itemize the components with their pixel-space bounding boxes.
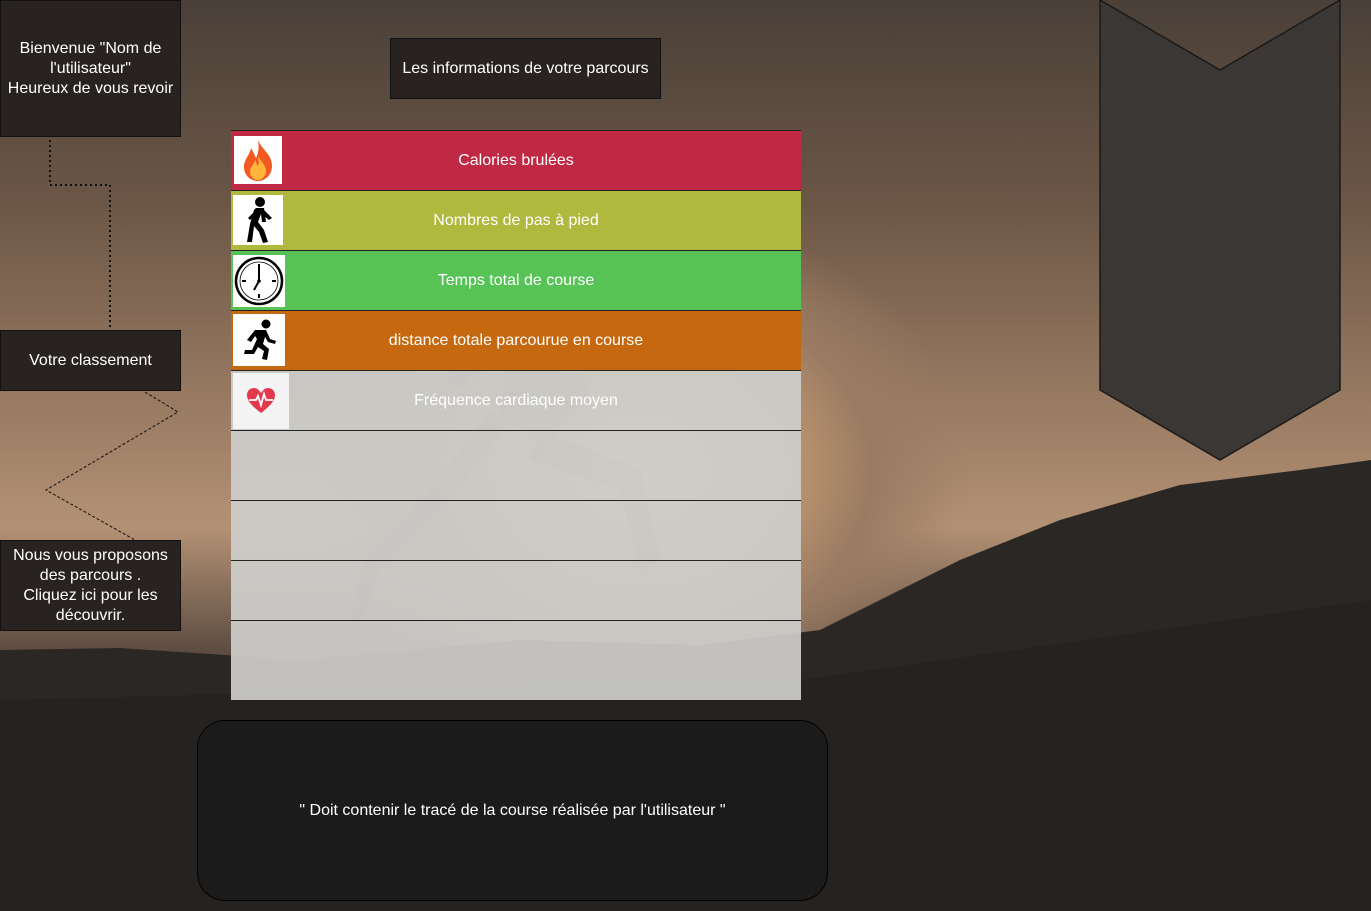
routes-line-4: découvrir.	[55, 606, 126, 624]
suggested-routes-button[interactable]: Nous vous proposons des parcours . Cliqu…	[0, 540, 181, 631]
empty-row	[231, 431, 801, 501]
route-info-title: Les informations de votre parcours	[390, 38, 661, 99]
clock-icon	[233, 255, 285, 307]
route-map-placeholder-text: " Doit contenir le tracé de la course ré…	[299, 801, 726, 819]
routes-line-1: Nous vous proposons	[13, 546, 168, 564]
stat-row-steps: Nombres de pas à pied	[231, 191, 801, 251]
running-icon	[233, 314, 285, 366]
walking-icon	[233, 195, 283, 245]
stat-label-calories: Calories brulées	[458, 151, 574, 169]
stat-row-distance: distance totale parcourue en course	[231, 311, 801, 371]
welcome-line-1: Bienvenue "Nom de	[19, 39, 162, 57]
empty-row	[231, 501, 801, 561]
bookmark-banner-shape	[1099, 0, 1341, 461]
stat-row-heart-rate: Fréquence cardiaque moyen	[231, 371, 801, 431]
heart-rate-icon	[233, 373, 289, 429]
fire-icon	[234, 136, 282, 184]
welcome-line-2: l'utilisateur"	[50, 59, 131, 77]
stat-label-steps: Nombres de pas à pied	[433, 211, 599, 229]
route-info-title-text: Les informations de votre parcours	[402, 59, 649, 77]
stat-row-calories: Calories brulées	[231, 131, 801, 191]
empty-row	[231, 621, 801, 700]
routes-line-2: des parcours .	[39, 566, 142, 584]
welcome-line-3: Heureux de vous revoir	[7, 79, 174, 97]
stat-label-distance: distance totale parcourue en course	[388, 331, 644, 349]
ranking-label: Votre classement	[29, 351, 152, 369]
routes-line-3: Cliquez ici pour les	[23, 586, 158, 604]
stat-label-heart-rate: Fréquence cardiaque moyen	[414, 391, 618, 409]
empty-row	[231, 561, 801, 621]
ranking-button[interactable]: Votre classement	[0, 330, 181, 391]
welcome-box: Bienvenue "Nom de l'utilisateur" Heureux…	[0, 0, 181, 137]
stats-table: Calories brulées Nombres de pas à pied T…	[231, 130, 801, 701]
route-map-placeholder: " Doit contenir le tracé de la course ré…	[197, 720, 828, 901]
stat-label-time: Temps total de course	[437, 271, 595, 289]
stat-row-time: Temps total de course	[231, 251, 801, 311]
